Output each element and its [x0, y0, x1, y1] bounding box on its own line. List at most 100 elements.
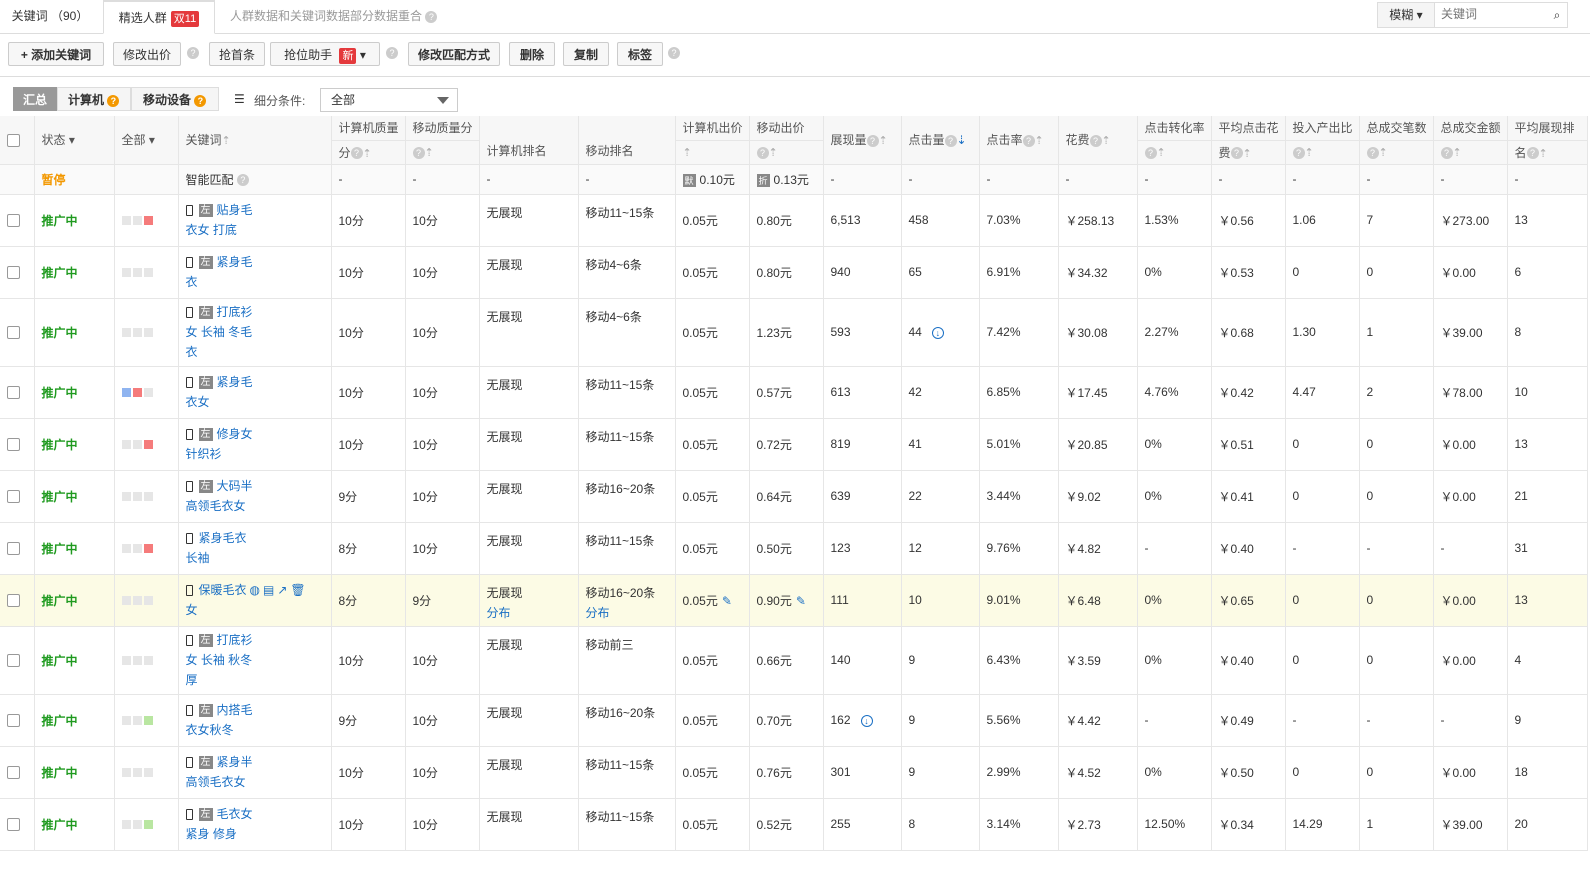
keyword-header[interactable]: 关键词⇡: [178, 116, 332, 165]
row-checkbox[interactable]: [7, 714, 20, 728]
avg-rank-header[interactable]: 平均展现排: [1507, 116, 1588, 141]
help-icon[interactable]: ?: [1230, 147, 1243, 160]
sort-icon[interactable]: ⇡: [1157, 147, 1166, 159]
download-icon[interactable]: ↓: [860, 714, 873, 727]
row-checkbox[interactable]: [7, 266, 20, 280]
distribution-link[interactable]: 分布: [586, 606, 610, 620]
grab-first-button[interactable]: 抢首条: [209, 42, 265, 66]
keyword-link[interactable]: 大码半: [217, 479, 253, 493]
delete-button[interactable]: 删除: [509, 42, 555, 66]
keyword-link[interactable]: 内搭毛: [217, 703, 253, 717]
cost-header[interactable]: 花费? ⇡: [1058, 116, 1138, 165]
help-icon[interactable]: ?: [1440, 146, 1453, 159]
help-icon[interactable]: ?: [350, 147, 363, 160]
mobile-bid-header[interactable]: 移动出价: [749, 116, 824, 141]
keyword-link[interactable]: 紧身毛衣: [199, 531, 247, 545]
keyword-link[interactable]: 紧身毛: [217, 375, 253, 389]
keyword-link[interactable]: 紧身半: [217, 755, 253, 769]
sort-icon[interactable]: ⇡: [1539, 148, 1548, 160]
help-icon[interactable]: ?: [107, 94, 120, 107]
row-checkbox[interactable]: [7, 818, 20, 832]
modify-match-button[interactable]: 修改匹配方式: [408, 42, 500, 66]
avg-cpc-header[interactable]: 平均点击花: [1211, 116, 1286, 141]
tab-summary[interactable]: 汇总: [13, 87, 57, 111]
keyword-link[interactable]: 打底衫: [217, 633, 253, 647]
help-icon[interactable]: ?: [236, 174, 249, 187]
help-icon[interactable]: ?: [386, 47, 398, 59]
keyword-link-cont[interactable]: 衣女秋冬: [186, 723, 234, 737]
sort-icon[interactable]: ⇡: [769, 147, 778, 159]
match-mode-select[interactable]: 模糊 ▾: [1378, 3, 1435, 27]
keyword-link[interactable]: 毛衣女: [217, 807, 253, 821]
help-icon[interactable]: ?: [756, 146, 769, 159]
sort-icon[interactable]: ⇡: [1102, 135, 1111, 147]
help-icon[interactable]: ?: [425, 10, 438, 23]
pc-bid-cell[interactable]: 0.05元 ✎: [675, 574, 750, 627]
row-checkbox[interactable]: [7, 326, 20, 340]
help-icon[interactable]: ?: [1366, 146, 1379, 159]
mobile-quality-header[interactable]: 移动质量分: [405, 116, 480, 141]
sort-icon[interactable]: ⇡: [1243, 148, 1252, 160]
cvr-header[interactable]: 点击转化率: [1137, 116, 1212, 141]
tab-audience[interactable]: 精选人群 双11: [103, 0, 215, 34]
orders-header[interactable]: 总成交笔数: [1359, 116, 1434, 141]
keyword-link-cont[interactable]: 衣: [186, 345, 198, 359]
row-checkbox[interactable]: [7, 386, 20, 400]
tab-mobile[interactable]: 移动设备 ?: [131, 87, 219, 111]
help-icon[interactable]: ?: [1292, 146, 1305, 159]
keyword-link[interactable]: 紧身毛: [217, 255, 253, 269]
globe-icon[interactable]: ◍: [250, 583, 260, 597]
row-checkbox[interactable]: [7, 438, 20, 452]
keyword-link-cont[interactable]: 女 长袖 冬毛: [186, 325, 253, 339]
sort-icon[interactable]: ⇡: [425, 147, 434, 159]
trend-icon[interactable]: ↗: [277, 583, 287, 597]
keyword-link-cont[interactable]: 衣: [186, 275, 198, 289]
sort-icon[interactable]: ⇡: [1453, 147, 1462, 159]
distribution-link[interactable]: 分布: [487, 606, 511, 620]
modify-bid-button[interactable]: 修改出价: [113, 42, 181, 66]
roi-header[interactable]: 投入产出比: [1285, 116, 1360, 141]
keyword-link-cont[interactable]: 高领毛衣女: [186, 499, 246, 513]
row-checkbox[interactable]: [7, 654, 20, 668]
help-icon[interactable]: ?: [944, 135, 957, 148]
keyword-link-cont[interactable]: 衣女 打底: [186, 223, 237, 237]
edit-pencil-icon[interactable]: ✎: [722, 594, 732, 608]
pc-bid-header[interactable]: 计算机出价: [675, 116, 750, 141]
help-icon[interactable]: ?: [1526, 147, 1539, 160]
tag-button[interactable]: 标签: [617, 42, 663, 66]
keyword-link-cont[interactable]: 高领毛衣女: [186, 775, 246, 789]
search-icon[interactable]: ⌕: [1547, 3, 1567, 27]
ctr-header[interactable]: 点击率? ⇡: [979, 116, 1059, 165]
keyword-link-cont[interactable]: 女 长袖 秋冬: [186, 653, 253, 667]
revenue-header[interactable]: 总成交金额: [1433, 116, 1508, 141]
sort-icon[interactable]: ⇡: [1305, 147, 1314, 159]
sort-desc-icon[interactable]: ⇣: [957, 133, 967, 147]
sort-icon[interactable]: ⇡: [363, 148, 372, 160]
keyword-link[interactable]: 贴身毛: [217, 203, 253, 217]
trash-icon[interactable]: 🗑: [290, 583, 305, 597]
copy-button[interactable]: 复制: [563, 42, 609, 66]
edit-pencil-icon[interactable]: ✎: [796, 594, 806, 608]
sort-icon[interactable]: ⇡: [683, 147, 692, 159]
add-keyword-button[interactable]: + 添加关键词: [8, 42, 104, 66]
keyword-link-cont[interactable]: 衣女: [186, 395, 210, 409]
tab-computer[interactable]: 计算机 ?: [57, 87, 131, 111]
keyword-link-cont[interactable]: 紧身 修身: [186, 827, 237, 841]
help-icon[interactable]: ?: [194, 94, 207, 107]
keyword-link-cont[interactable]: 针织衫: [186, 447, 222, 461]
help-icon[interactable]: ?: [1022, 135, 1035, 148]
sort-icon[interactable]: ⇡: [222, 135, 231, 147]
status-header[interactable]: 状态 ▾: [34, 116, 115, 165]
help-icon[interactable]: ?: [1089, 135, 1102, 148]
all-filter-header[interactable]: 全部 ▾: [114, 116, 179, 165]
help-icon[interactable]: ?: [187, 47, 199, 59]
pc-quality-header[interactable]: 计算机质量: [331, 116, 406, 141]
row-checkbox[interactable]: [7, 594, 20, 608]
impressions-header[interactable]: 展现量? ⇡: [823, 116, 902, 165]
sort-icon[interactable]: ⇡: [879, 135, 888, 147]
keyword-link-cont[interactable]: 女: [186, 603, 198, 617]
row-checkbox[interactable]: [7, 214, 20, 228]
download-icon[interactable]: ↓: [931, 326, 944, 339]
help-icon[interactable]: ?: [412, 146, 425, 159]
keyword-link[interactable]: 修身女: [217, 427, 253, 441]
